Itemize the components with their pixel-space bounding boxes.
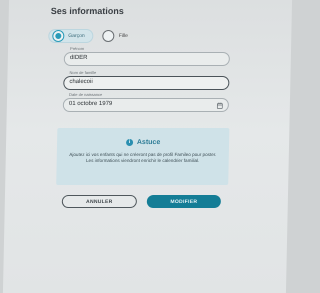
birth-date-field[interactable]: Date de naissance 01 octobre 1979 (62, 92, 230, 112)
gender-option-girl-label: Fille (118, 33, 128, 39)
gender-option-boy-label: Garçon (68, 33, 85, 39)
gender-selector: Garçon Fille (48, 29, 136, 43)
radio-selected-icon[interactable] (52, 30, 65, 42)
birth-date-label: Date de naissance (69, 92, 103, 97)
cancel-button[interactable]: ANNULER (61, 195, 137, 208)
gender-option-girl[interactable]: Fille (100, 29, 136, 43)
last-name-label: Nom de famille (69, 70, 97, 75)
info-icon: i (125, 139, 133, 146)
gender-option-boy[interactable]: Garçon (48, 29, 94, 43)
tip-box: i Astuce Ajoutez ici vos enfants qui ne … (56, 128, 230, 185)
tip-header: i Astuce (57, 139, 229, 146)
last-name-value: chalecoii (69, 79, 93, 85)
submit-button[interactable]: MODIFIER (146, 195, 221, 208)
first-name-value: dIDER (69, 55, 88, 61)
first-name-field[interactable]: Prénom dIDER (63, 46, 230, 66)
last-name-field[interactable]: Nom de famille chalecoii (63, 70, 230, 90)
page-title: Ses informations (50, 6, 124, 16)
calendar-icon[interactable] (216, 102, 223, 109)
radio-dot (55, 33, 62, 39)
tip-text: Ajoutez ici vos enfants qui ne créeront … (69, 152, 217, 164)
birth-date-value: 01 octobre 1979 (68, 101, 113, 107)
first-name-label: Prénom (70, 46, 85, 51)
screen: Ses informations Garçon Fille Prénom dID… (2, 0, 293, 293)
tip-title: Astuce (136, 139, 161, 146)
radio-unselected-icon[interactable] (102, 30, 115, 42)
